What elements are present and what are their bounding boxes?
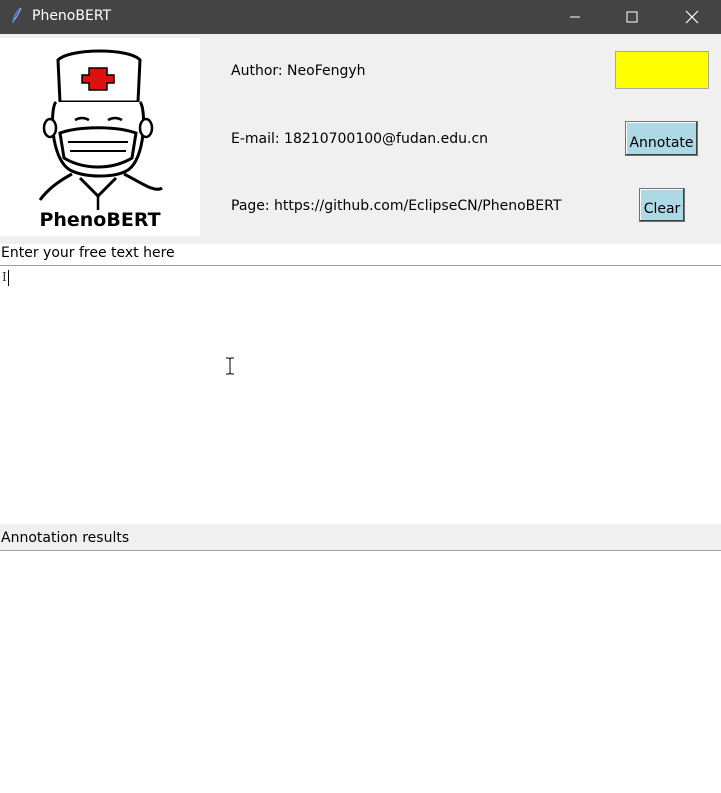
ibeam-cursor-icon	[226, 357, 234, 375]
status-color-box	[615, 51, 709, 89]
page-label: Page: https://github.com/EclipseCN/Pheno…	[231, 198, 562, 214]
free-text-label: Enter your free text here	[1, 245, 175, 261]
free-text-input[interactable]: I	[0, 265, 721, 524]
feather-icon	[12, 7, 22, 24]
minimize-icon	[570, 16, 580, 18]
annotation-results-output[interactable]	[0, 550, 721, 793]
text-caret: I	[2, 270, 7, 284]
maximize-button[interactable]	[609, 0, 655, 34]
title-bar: PhenoBERT	[0, 0, 721, 34]
logo: PhenoBERT	[0, 38, 200, 236]
annotation-results-label: Annotation results	[1, 530, 130, 546]
annotate-button[interactable]: Annotate	[625, 121, 698, 156]
maximize-icon	[626, 11, 638, 23]
doctor-logo-icon: PhenoBERT	[38, 49, 163, 231]
app-window: PhenoBERT PhenoBERT Author: NeoFengyh E-…	[0, 0, 721, 793]
author-label: Author: NeoFengyh	[231, 63, 366, 79]
logo-text: PhenoBERT	[39, 209, 160, 231]
clear-button[interactable]: Clear	[639, 188, 685, 222]
minimize-button[interactable]	[552, 0, 598, 34]
close-icon	[685, 10, 699, 24]
text-cursor	[8, 270, 9, 286]
email-label: E-mail: 18210700100@fudan.edu.cn	[231, 131, 489, 147]
close-button[interactable]	[669, 0, 715, 34]
window-title: PhenoBERT	[32, 8, 112, 24]
